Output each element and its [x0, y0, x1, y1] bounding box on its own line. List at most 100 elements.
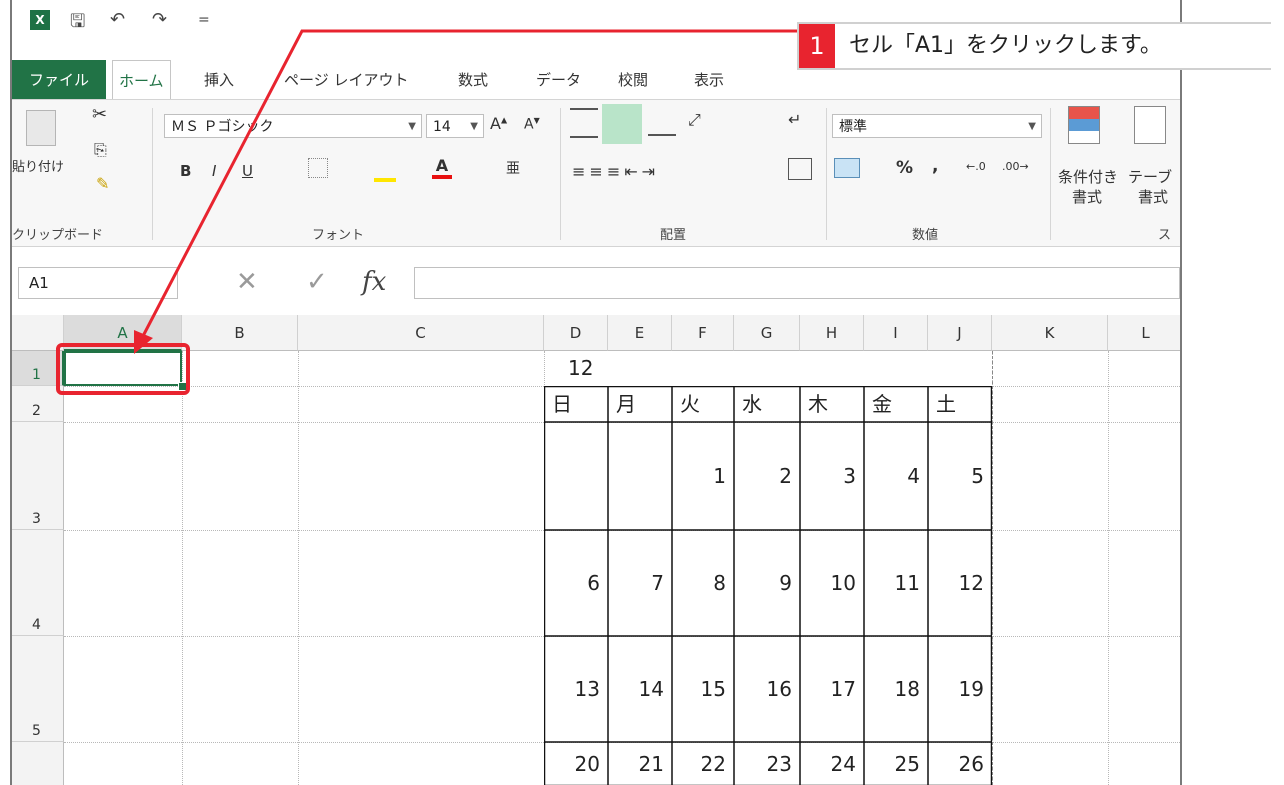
column-header-g[interactable]: G	[734, 315, 800, 351]
weekday-header: 火	[680, 392, 700, 416]
percent-button[interactable]: %	[896, 158, 913, 178]
orientation-icon[interactable]: ⤢	[688, 110, 701, 130]
wrap-text-icon[interactable]: ↵	[788, 110, 801, 129]
tab-home[interactable]: ホーム	[112, 60, 171, 101]
merge-center-icon[interactable]	[788, 158, 812, 180]
comma-button[interactable]: ,	[932, 156, 938, 176]
calendar-day: 16	[766, 677, 792, 701]
calendar-day: 13	[574, 677, 600, 701]
tab-review[interactable]: 校閲	[612, 60, 654, 100]
paste-icon[interactable]	[26, 110, 56, 146]
align-top-icon[interactable]	[570, 108, 598, 138]
column-header-l[interactable]: L	[1108, 315, 1180, 351]
formula-input[interactable]	[414, 267, 1180, 299]
tab-data[interactable]: データ	[530, 60, 587, 100]
underline-button[interactable]: U	[242, 162, 253, 180]
calendar-day: 22	[700, 752, 726, 776]
row-header-3[interactable]: 3	[12, 422, 64, 530]
number-format-select[interactable]: 標準 ▼	[832, 114, 1042, 138]
chevron-down-icon: ▼	[470, 121, 478, 132]
enter-icon[interactable]: ✓	[306, 267, 328, 297]
column-header-d[interactable]: D	[544, 315, 608, 351]
horizontal-align-icons[interactable]: ≡≡≡⇤⇥	[572, 162, 659, 181]
calendar-day	[544, 422, 608, 530]
row-header-4[interactable]: 4	[12, 530, 64, 636]
insert-function-icon[interactable]: fx	[362, 267, 386, 297]
calendar-day: 7	[651, 571, 664, 595]
row-header-5[interactable]: 5	[12, 636, 64, 742]
border-icon[interactable]	[308, 158, 328, 178]
align-middle-icon[interactable]	[602, 104, 642, 144]
column-header-c[interactable]: C	[298, 315, 544, 351]
conditional-format-line2[interactable]: 書式	[1072, 186, 1102, 207]
calendar-day: 19	[958, 677, 984, 701]
column-header-h[interactable]: H	[800, 315, 864, 351]
name-box[interactable]: A1	[18, 267, 178, 299]
paste-button[interactable]: 貼り付け	[12, 156, 64, 175]
format-painter-icon[interactable]: ✎	[96, 174, 109, 193]
conditional-format-icon[interactable]	[1068, 106, 1100, 144]
page-break-line	[992, 351, 993, 785]
font-color-icon[interactable]: A	[432, 156, 452, 179]
increase-decimal-icon[interactable]: ←.0	[966, 160, 986, 173]
chevron-down-icon: ▼	[1028, 121, 1036, 132]
bold-button[interactable]: B	[180, 162, 191, 180]
table-format-icon[interactable]	[1134, 106, 1166, 144]
calendar-day: 10	[830, 571, 856, 595]
cut-icon[interactable]: ✂	[92, 104, 107, 125]
calendar-day: 3	[843, 464, 856, 488]
fill-color-icon[interactable]	[374, 158, 396, 182]
weekday-header: 金	[872, 392, 892, 416]
column-header-i[interactable]: I	[864, 315, 928, 351]
table-format-line1[interactable]: テーブ	[1128, 166, 1172, 187]
tab-view[interactable]: 表示	[688, 60, 730, 100]
decrease-decimal-icon[interactable]: .00→	[1002, 160, 1029, 173]
group-alignment-label: 配置	[660, 228, 687, 243]
weekday-header: 日	[552, 392, 572, 416]
increase-font-icon[interactable]: A▲	[490, 114, 507, 133]
tab-file[interactable]: ファイル	[12, 60, 106, 100]
column-header-b[interactable]: B	[182, 315, 298, 351]
column-header-e[interactable]: E	[608, 315, 672, 351]
column-header-f[interactable]: F	[672, 315, 734, 351]
cancel-icon[interactable]: ✕	[236, 267, 258, 297]
gridline	[1108, 351, 1109, 785]
calendar-day: 6	[587, 571, 600, 595]
calendar-day: 25	[894, 752, 920, 776]
conditional-format-line1[interactable]: 条件付き	[1058, 166, 1118, 187]
weekday-header: 土	[936, 392, 956, 416]
excel-window: X 🖫 ↶ ↷ = ファイル ホーム 挿入 ページ レイアウト 数式 データ 校…	[10, 0, 1182, 785]
instruction-callout: 1 セル「A1」をクリックします。	[797, 22, 1271, 70]
chevron-down-icon: ▼	[408, 121, 416, 132]
customize-qa-icon[interactable]: =	[198, 12, 210, 28]
undo-icon[interactable]: ↶	[110, 9, 125, 30]
ribbon: 貼り付け ✂ ⎘ ✎ クリップボード ＭＳ Ｐゴシック ▼ 14 ▼ A▲ A▼…	[12, 99, 1180, 247]
font-size-select[interactable]: 14 ▼	[426, 114, 484, 138]
column-header-j[interactable]: J	[928, 315, 992, 351]
italic-button[interactable]: I	[212, 162, 216, 180]
font-size-value: 14	[433, 119, 451, 135]
table-format-line2[interactable]: 書式	[1138, 186, 1168, 207]
calendar-table: 日月火水木金土 1 2 3 4 5 6 7 8 9 10 11 12 13 14 15 16 17 18 19 20 21…	[544, 386, 992, 785]
redo-icon[interactable]: ↷	[152, 9, 167, 30]
group-separator	[826, 108, 827, 240]
highlight-box	[56, 343, 190, 395]
calendar-day: 2	[779, 464, 792, 488]
row-header-6[interactable]	[12, 742, 64, 785]
calendar-day: 14	[638, 677, 664, 701]
save-icon[interactable]: 🖫	[70, 9, 85, 39]
calendar-day: 24	[830, 752, 856, 776]
font-name-select[interactable]: ＭＳ Ｐゴシック ▼	[164, 114, 422, 138]
calendar-day: 1	[713, 464, 726, 488]
currency-icon[interactable]	[834, 158, 860, 178]
copy-icon[interactable]: ⎘	[94, 140, 107, 160]
formula-bar: A1 ✕ ✓ fx	[12, 255, 1180, 305]
tab-insert[interactable]: 挿入	[198, 60, 240, 100]
decrease-font-icon[interactable]: A▼	[524, 116, 540, 133]
calendar-day: 5	[971, 464, 984, 488]
phonetic-icon[interactable]: 亜	[506, 158, 520, 178]
align-bottom-icon[interactable]	[648, 108, 676, 136]
tab-page-layout[interactable]: ページ レイアウト	[278, 60, 414, 100]
tab-formulas[interactable]: 数式	[452, 60, 494, 100]
column-header-k[interactable]: K	[992, 315, 1108, 351]
